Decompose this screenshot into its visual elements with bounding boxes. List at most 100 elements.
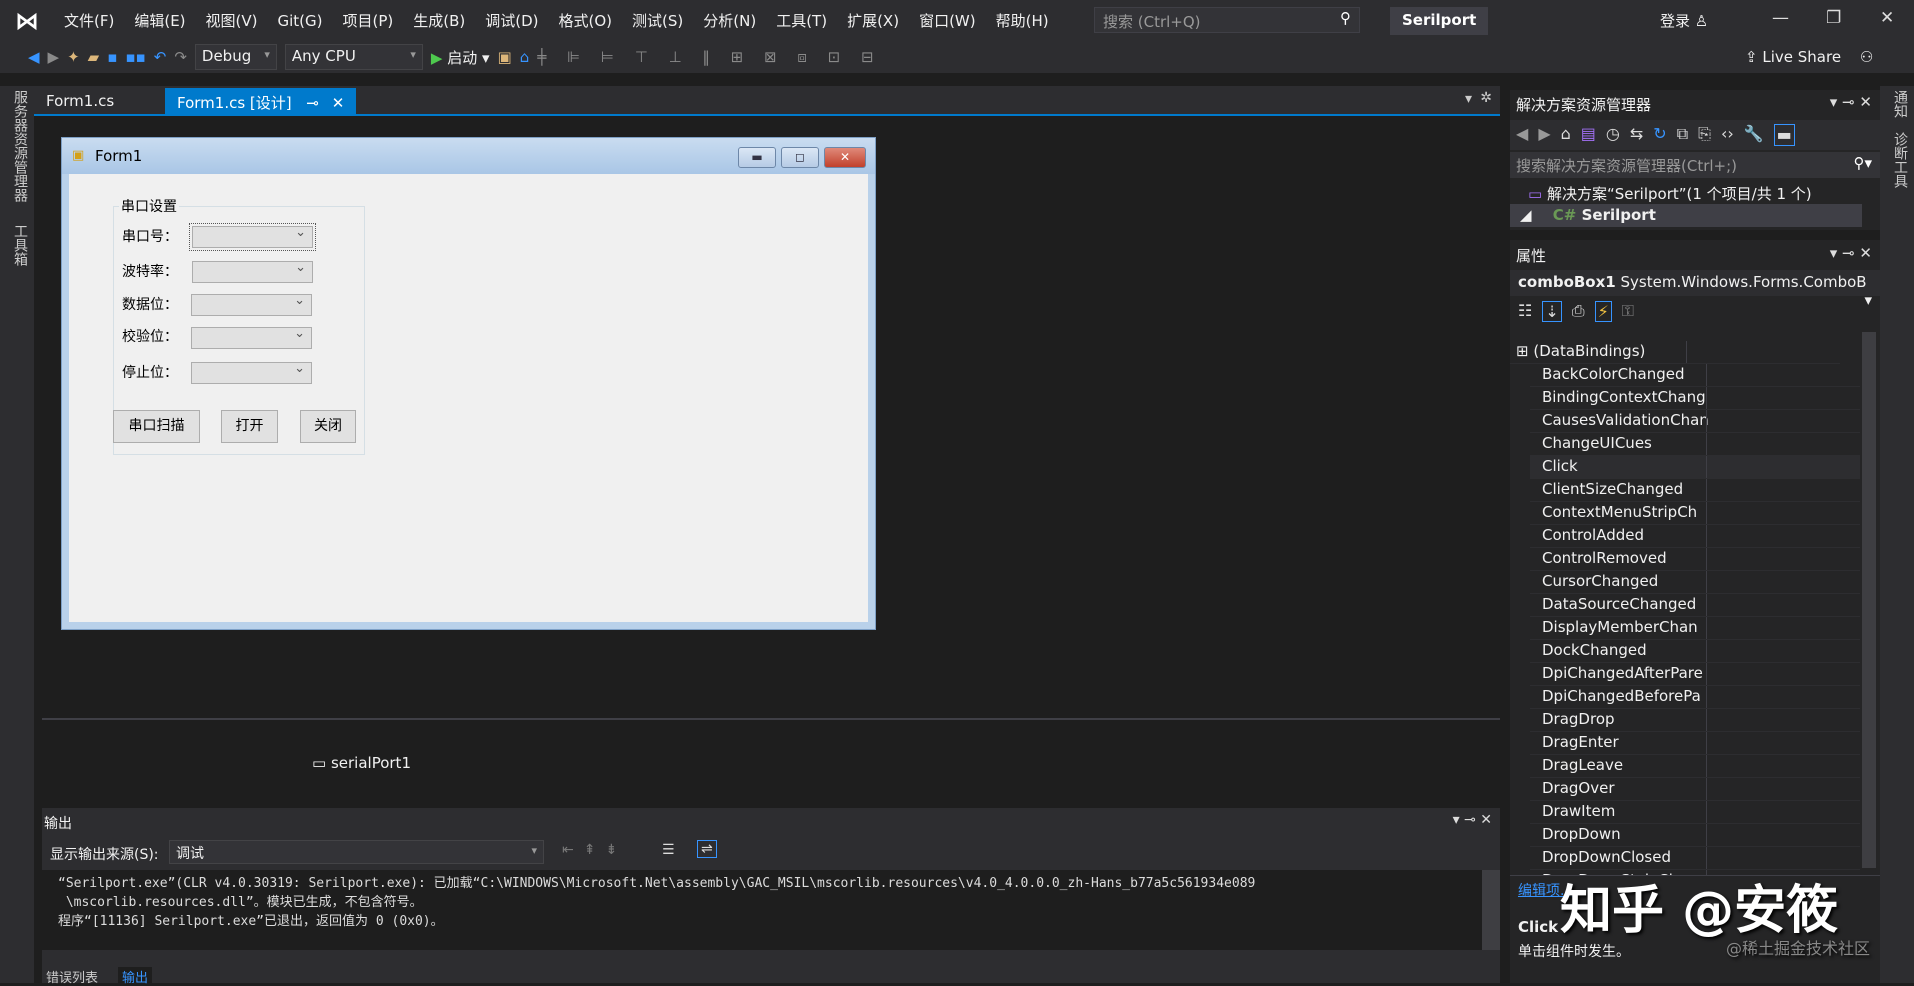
event-handler-value[interactable] [1706, 640, 1878, 662]
event-row[interactable]: ControlAdded [1530, 525, 1860, 548]
platform-select[interactable]: Any CPU [284, 44, 423, 70]
menu-format[interactable]: 格式(O) [549, 10, 623, 31]
login-button[interactable]: 登录 ♙ [1660, 10, 1708, 31]
event-row[interactable]: DropDown [1530, 824, 1860, 847]
categorized-icon[interactable]: ☷ [1518, 301, 1532, 322]
menu-window[interactable]: 窗口(W) [909, 10, 986, 31]
event-handler-value[interactable] [1706, 732, 1878, 754]
event-row[interactable]: DpiChangedBeforePa [1530, 686, 1860, 709]
open-folder-icon[interactable]: ▰ [88, 48, 100, 66]
event-handler-value[interactable] [1706, 502, 1878, 524]
panel-controls[interactable]: ▾ ⊸ ✕ [1830, 93, 1872, 111]
parity-combobox[interactable] [191, 326, 312, 349]
event-handler-value[interactable] [1706, 686, 1878, 708]
menu-view[interactable]: 视图(V) [196, 10, 268, 31]
tree-project-node[interactable]: ◢ C# Serilport [1510, 204, 1862, 227]
output-source-select[interactable]: 调试 [169, 840, 544, 864]
event-handler-value[interactable] [1706, 548, 1878, 570]
diagnostic-tools-tab[interactable]: 诊断工具 [1890, 132, 1910, 188]
event-row[interactable]: DrawItem [1530, 801, 1860, 824]
output-text[interactable]: “Serilport.exe”(CLR v4.0.30319: Serilpor… [42, 870, 1482, 950]
event-row[interactable]: ControlRemoved [1530, 548, 1860, 571]
event-handler-value[interactable] [1706, 525, 1878, 547]
preview-icon[interactable]: ▬ [1773, 124, 1795, 146]
restore-window-button[interactable]: ❐ [1826, 8, 1841, 28]
menu-test[interactable]: 测试(S) [622, 10, 693, 31]
event-row[interactable]: DockChanged [1530, 640, 1860, 663]
event-row[interactable]: DpiChangedAfterPare [1530, 663, 1860, 686]
menu-tools[interactable]: 工具(T) [766, 10, 837, 31]
save-all-icon[interactable]: ▪▪ [125, 48, 145, 66]
event-row[interactable]: ClientSizeChanged [1530, 479, 1860, 502]
history-icon[interactable]: ◷ [1606, 124, 1620, 146]
event-row[interactable]: DisplayMemberChan [1530, 617, 1860, 640]
event-handler-value[interactable] [1706, 594, 1878, 616]
tab-error-list[interactable]: 错误列表 [46, 967, 98, 986]
properties-scrollbar[interactable] [1862, 332, 1876, 868]
copy-icon[interactable]: ⎘ [1698, 124, 1711, 146]
menu-analyze[interactable]: 分析(N) [693, 10, 766, 31]
wrench-icon[interactable]: 🔧 [1744, 124, 1764, 146]
toolbox-tab[interactable]: 工具箱 [10, 224, 30, 266]
output-panel-controls[interactable]: ▾ ⊸ ✕ [1453, 812, 1492, 828]
event-handler-value[interactable] [1706, 709, 1878, 731]
server-explorer-tab[interactable]: 服务器资源管理器 [10, 90, 30, 202]
redo-icon[interactable]: ↷ [174, 48, 187, 66]
alphabetical-icon[interactable]: ⇣ [1542, 301, 1562, 322]
undo-icon[interactable]: ↶ [154, 48, 167, 66]
menu-build[interactable]: 生成(B) [403, 10, 475, 31]
gear-icon[interactable]: ✲ [1480, 90, 1492, 106]
object-selector[interactable]: comboBox1 System.Windows.Forms.ComboB ▾ [1510, 270, 1880, 309]
event-row[interactable]: DragDrop [1530, 709, 1860, 732]
databits-combobox[interactable] [191, 293, 312, 316]
word-wrap-icon[interactable]: ⇌ [697, 840, 717, 858]
menu-extensions[interactable]: 扩展(X) [837, 10, 909, 31]
pin-icon[interactable]: ⊸ [306, 94, 319, 112]
back-icon[interactable]: ◀ [28, 48, 40, 66]
vs-icon[interactable]: ▤ [1581, 124, 1596, 146]
back-icon[interactable]: ◀ [1516, 124, 1528, 146]
menu-debug[interactable]: 调试(D) [475, 10, 548, 31]
refresh-icon[interactable]: ↻ [1653, 124, 1666, 146]
menu-project[interactable]: 项目(P) [333, 10, 404, 31]
form1-window[interactable]: ▣ Form1 ▬ ◻ ✕ 串口设置 串口号： 波特率： 数据位： 校验位： 停… [61, 137, 876, 630]
stopbits-combobox[interactable] [191, 361, 312, 384]
event-row[interactable]: DataSourceChanged [1530, 594, 1860, 617]
configuration-select[interactable]: Debug [194, 44, 277, 70]
event-handler-value[interactable] [1706, 456, 1878, 478]
event-row[interactable]: ChangeUICues [1530, 433, 1860, 456]
event-row[interactable]: BindingContextChang [1530, 387, 1860, 410]
forward-icon[interactable]: ▶ [1538, 124, 1550, 146]
event-handler-value[interactable] [1706, 364, 1878, 386]
panel-controls[interactable]: ▾ ⊸ ✕ [1830, 244, 1872, 262]
menu-help[interactable]: 帮助(H) [986, 10, 1059, 31]
tree-solution-node[interactable]: ▭ 解决方案“Serilport”(1 个项目/共 1 个) [1510, 181, 1862, 204]
event-handler-value[interactable] [1706, 824, 1878, 846]
start-button[interactable]: ▶ 启动 ▾ [431, 47, 490, 68]
tab-output[interactable]: 输出 [118, 967, 153, 986]
event-row[interactable]: Click [1530, 456, 1860, 479]
event-handler-value[interactable] [1706, 433, 1878, 455]
solution-search-input[interactable]: 搜索解决方案资源管理器(Ctrl+;) ⚲▾ [1510, 152, 1880, 178]
event-row[interactable]: ContextMenuStripCh [1530, 502, 1860, 525]
menu-edit[interactable]: 编辑(E) [124, 10, 195, 31]
notifications-tab[interactable]: 通知 [1890, 90, 1910, 118]
event-row[interactable]: DropDownClosed [1530, 847, 1860, 870]
output-toolbar-icons[interactable]: ⇤⇞⇟ [562, 842, 627, 858]
event-row[interactable]: DragEnter [1530, 732, 1860, 755]
event-handler-value[interactable] [1706, 847, 1878, 869]
event-handler-value[interactable] [1706, 571, 1878, 593]
event-row[interactable]: DragLeave [1530, 755, 1860, 778]
close-port-button[interactable]: 关闭 [300, 410, 356, 443]
event-handler-value[interactable] [1706, 617, 1878, 639]
event-handler-value[interactable] [1686, 341, 1858, 363]
event-handler-value[interactable] [1706, 778, 1878, 800]
output-scrollbar[interactable] [1482, 870, 1500, 950]
sync-icon[interactable]: ⇆ [1630, 124, 1643, 146]
scan-port-button[interactable]: 串口扫描 [113, 410, 200, 443]
serialport-component[interactable]: ▭ serialPort1 [312, 754, 411, 772]
menu-git[interactable]: Git(G) [268, 12, 333, 30]
event-handler-value[interactable] [1706, 801, 1878, 823]
event-handler-value[interactable] [1706, 663, 1878, 685]
live-share-button[interactable]: ⇪ Live Share ⚇ [1745, 48, 1873, 66]
